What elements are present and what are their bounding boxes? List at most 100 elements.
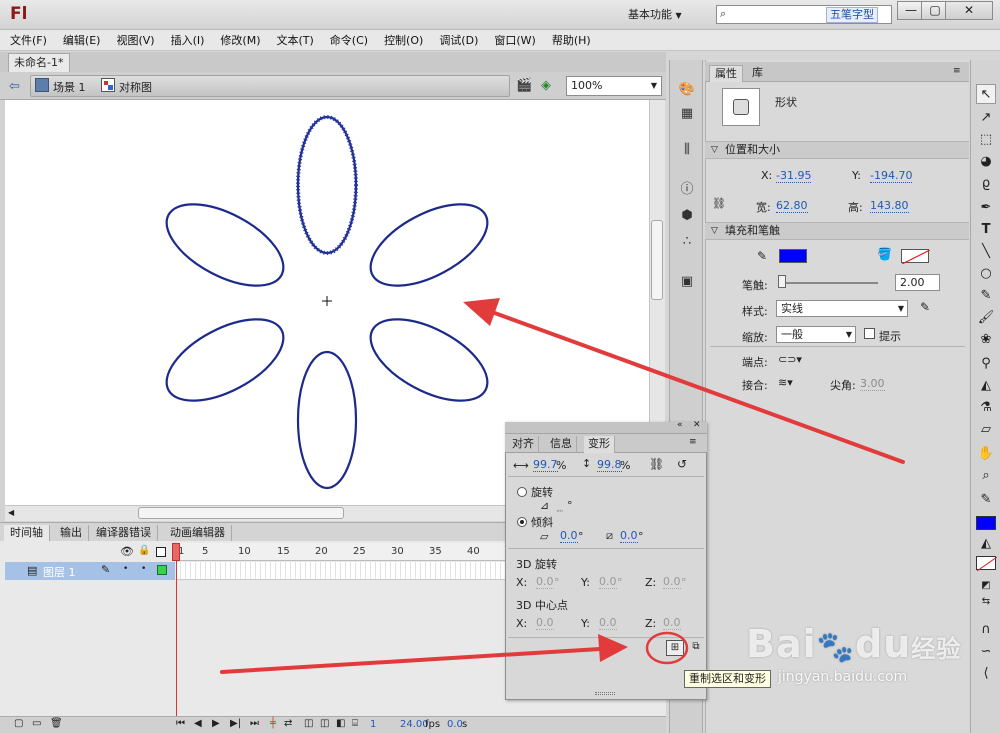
tab-properties[interactable]: 属性 xyxy=(709,65,743,82)
oval-tool-icon[interactable]: ○ xyxy=(976,264,996,284)
last-frame-icon[interactable]: ⏭ xyxy=(250,718,259,729)
stroke-slider-thumb[interactable] xyxy=(778,275,786,288)
3d-rotation-tool-icon[interactable]: ◕ xyxy=(976,152,996,172)
join-style-icon[interactable]: ≋▾ xyxy=(778,376,793,389)
link-chain-icon[interactable]: ⛓ xyxy=(712,197,726,210)
panel-resize-grip[interactable] xyxy=(595,692,615,695)
petal-bottom[interactable] xyxy=(296,350,358,490)
stroke-width-input[interactable]: 2.00 xyxy=(895,274,940,291)
close-button[interactable]: ✕ xyxy=(945,1,993,20)
edit-scene-icon[interactable]: 🎬 xyxy=(516,78,532,93)
workspace-switcher[interactable]: 基本功能 ▼ xyxy=(628,6,700,24)
new-layer-icon[interactable]: ▢ xyxy=(14,718,23,729)
delete-layer-icon[interactable]: 🗑 xyxy=(50,718,63,729)
smooth-icon[interactable]: ∽ xyxy=(976,642,996,662)
loop-icon[interactable]: ⇄ xyxy=(284,718,292,729)
onion-markers-icon[interactable]: ⌸ xyxy=(352,718,358,729)
stroke-style-select[interactable]: 实线 ▼ xyxy=(776,300,908,317)
tab-align[interactable]: 对齐 xyxy=(508,436,539,453)
lock-dot[interactable]: • xyxy=(141,564,146,574)
pen-tool-icon[interactable]: ✒ xyxy=(976,198,996,218)
eye-icon[interactable]: 👁 xyxy=(120,545,134,558)
cap-style-icon[interactable]: ⊂⊃▾ xyxy=(778,353,802,366)
align-panel-icon[interactable]: ⫼ xyxy=(677,140,697,160)
color-palette-icon[interactable]: 🎨 xyxy=(677,80,697,100)
edit-symbol-icon[interactable]: ◈ xyxy=(541,78,551,93)
petal-upper-left[interactable] xyxy=(154,188,296,303)
miter-value[interactable]: 3.00 xyxy=(860,377,885,391)
current-frame[interactable]: 1 xyxy=(370,719,376,730)
center-3d-y[interactable]: 0.0 xyxy=(599,617,617,630)
section-position-size[interactable]: ▽ 位置和大小 xyxy=(705,141,969,159)
bone-tool-icon[interactable]: ⚲ xyxy=(976,354,996,374)
panel-menu-icon[interactable]: ≡ xyxy=(689,437,697,447)
layer-frames[interactable] xyxy=(176,562,506,580)
menu-control[interactable]: 控制(O) xyxy=(378,32,429,48)
onion-outline-icon[interactable]: ◫ xyxy=(320,718,329,729)
layer-name[interactable]: 图层 1 xyxy=(43,564,76,580)
brush-tool-icon[interactable]: 🖌 xyxy=(976,308,996,328)
center-3d-x[interactable]: 0.0 xyxy=(536,617,554,630)
stroke-color-well[interactable] xyxy=(976,516,996,530)
menu-text[interactable]: 文本(T) xyxy=(270,32,319,48)
rotate-radio[interactable] xyxy=(517,487,527,497)
motion-presets-icon[interactable]: ∴ xyxy=(677,232,697,252)
scene-panel-icon[interactable]: ▣ xyxy=(677,272,697,292)
constrain-icon[interactable]: ⛓ xyxy=(649,457,664,471)
visibility-dot[interactable]: • xyxy=(123,564,128,574)
ime-indicator[interactable]: 五笔字型 xyxy=(826,7,878,23)
components-icon[interactable]: ⬢ xyxy=(677,206,697,226)
layer-row[interactable]: ▤ 图层 1 ✎ • • xyxy=(5,562,175,580)
height-value[interactable]: 143.80 xyxy=(870,199,909,213)
line-tool-icon[interactable]: ╲ xyxy=(976,242,996,262)
menu-modify[interactable]: 修改(M) xyxy=(214,32,266,48)
playhead[interactable] xyxy=(172,543,180,561)
collapse-icon[interactable]: « xyxy=(677,420,683,430)
stroke-slider-track[interactable] xyxy=(782,282,878,284)
skew-radio[interactable] xyxy=(517,517,527,527)
stroke-color-swatch[interactable] xyxy=(779,249,807,263)
subselection-tool-icon[interactable]: ↗ xyxy=(976,108,996,128)
layer-outline-color[interactable] xyxy=(157,565,167,575)
reset-icon[interactable]: ↺ xyxy=(677,457,687,471)
x-value[interactable]: -31.95 xyxy=(776,169,812,183)
lasso-tool-icon[interactable]: ϱ xyxy=(976,174,996,194)
text-tool-icon[interactable]: T xyxy=(976,220,996,240)
eraser-tool-icon[interactable]: ▱ xyxy=(976,420,996,440)
panel-menu-icon[interactable]: ≡ xyxy=(953,66,961,76)
stage-horizontal-scroll-thumb[interactable] xyxy=(138,507,344,519)
rotate-3d-z[interactable]: 0.0 xyxy=(663,576,681,589)
zoom-select[interactable]: 100% ▼ xyxy=(566,76,662,96)
info-panel-icon[interactable]: ⓘ xyxy=(677,180,697,200)
menu-window[interactable]: 窗口(W) xyxy=(488,32,541,48)
menu-view[interactable]: 视图(V) xyxy=(110,32,160,48)
scale-select[interactable]: 一般 ▼ xyxy=(776,326,856,343)
pencil-tool-icon[interactable]: ✎ xyxy=(976,286,996,306)
elapsed-time[interactable]: 0.0 xyxy=(447,719,463,730)
center-3d-z[interactable]: 0.0 xyxy=(663,617,681,630)
eyedropper-tool-icon[interactable]: ⚗ xyxy=(976,398,996,418)
prev-frame-icon[interactable]: ◀ xyxy=(194,718,202,729)
swatches-grid-icon[interactable]: ▦ xyxy=(677,104,697,124)
transform-panel-titlebar[interactable]: « ✕ xyxy=(505,420,707,434)
menu-edit[interactable]: 编辑(E) xyxy=(57,32,107,48)
center-frame-icon[interactable]: ╪ xyxy=(270,718,276,729)
petal-lower-left[interactable] xyxy=(154,303,296,418)
menu-commands[interactable]: 命令(C) xyxy=(324,32,374,48)
edit-multiple-frames-icon[interactable]: ◧ xyxy=(336,718,345,729)
close-panel-icon[interactable]: ✕ xyxy=(693,420,701,430)
scale-height-value[interactable]: 99.8 xyxy=(597,459,622,472)
new-folder-icon[interactable]: ▭ xyxy=(32,718,41,729)
snap-magnet-icon[interactable]: ∩ xyxy=(976,620,996,640)
first-frame-icon[interactable]: ⏮ xyxy=(176,718,185,729)
skew-horizontal-value[interactable]: 0.0 xyxy=(560,530,578,543)
scale-width-value[interactable]: 99.7 xyxy=(533,459,558,472)
paint-bucket-tool-icon[interactable]: ◭ xyxy=(976,376,996,396)
selection-tool-icon[interactable]: ↖ xyxy=(976,84,996,104)
tab-motion-editor[interactable]: 动画编辑器 xyxy=(164,525,232,542)
tab-info[interactable]: 信息 xyxy=(546,436,577,453)
edit-style-pencil-icon[interactable]: ✎ xyxy=(920,300,930,314)
timeline-frame-ruler[interactable]: 1 5 10 15 20 25 30 35 40 xyxy=(175,543,505,561)
swap-colors-icon[interactable]: ⇆ xyxy=(976,592,996,612)
rotate-3d-x[interactable]: 0.0 xyxy=(536,576,554,589)
